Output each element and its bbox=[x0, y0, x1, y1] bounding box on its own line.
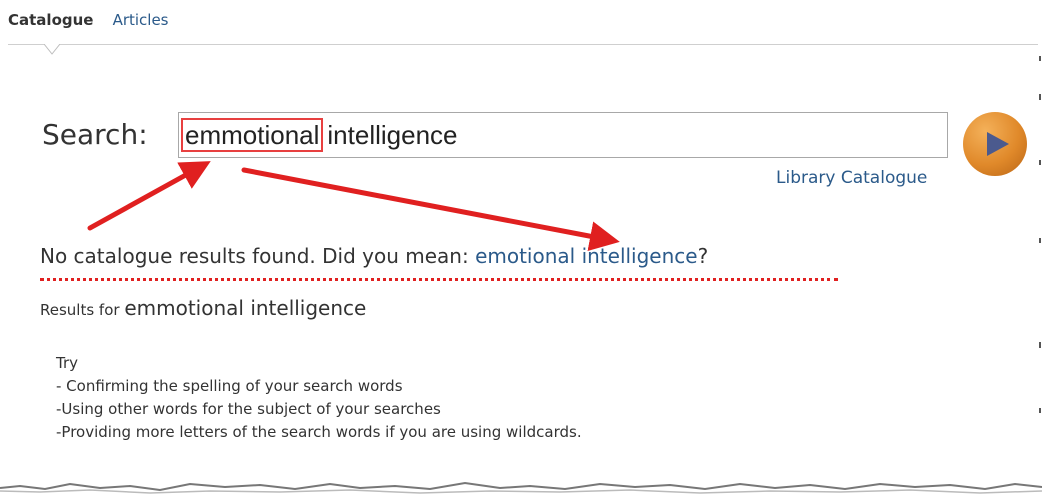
question-mark: ? bbox=[697, 244, 709, 268]
tab-articles[interactable]: Articles bbox=[113, 11, 169, 29]
results-for-line: Results for emmotional intelligence bbox=[40, 296, 366, 320]
results-for-label: Results for bbox=[40, 301, 125, 319]
did-you-mean-link[interactable]: emotional intelligence bbox=[475, 244, 698, 268]
tab-divider bbox=[8, 44, 1038, 45]
results-for-term: emmotional intelligence bbox=[124, 296, 367, 320]
search-go-button[interactable] bbox=[963, 112, 1027, 176]
search-input[interactable]: emmotional intelligence bbox=[178, 112, 948, 158]
tab-bar: Catalogue Articles bbox=[8, 10, 183, 40]
arrow-to-suggestion bbox=[241, 167, 620, 251]
arrow-to-misspelling bbox=[87, 161, 211, 231]
search-label: Search: bbox=[42, 118, 148, 151]
no-results-text: No catalogue results found. Did you mean… bbox=[40, 244, 476, 268]
misspelled-word: emmotional bbox=[181, 118, 324, 152]
active-tab-pointer-icon bbox=[44, 44, 60, 55]
search-tips: Try - Confirming the spelling of your se… bbox=[56, 352, 582, 444]
query-word: intelligence bbox=[327, 119, 458, 150]
torn-edge bbox=[0, 481, 1042, 499]
tip-item: - Confirming the spelling of your search… bbox=[56, 377, 403, 395]
play-arrow-icon bbox=[987, 132, 1009, 156]
library-catalogue-link[interactable]: Library Catalogue bbox=[776, 168, 927, 188]
no-results-message: No catalogue results found. Did you mean… bbox=[40, 244, 708, 268]
tip-item: -Providing more letters of the search wo… bbox=[56, 423, 582, 441]
tab-catalogue[interactable]: Catalogue bbox=[8, 11, 93, 29]
page-edge bbox=[1039, 56, 1041, 413]
tip-item: -Using other words for the subject of yo… bbox=[56, 400, 441, 418]
tips-heading: Try bbox=[56, 354, 79, 372]
red-dotted-underline bbox=[40, 278, 838, 281]
